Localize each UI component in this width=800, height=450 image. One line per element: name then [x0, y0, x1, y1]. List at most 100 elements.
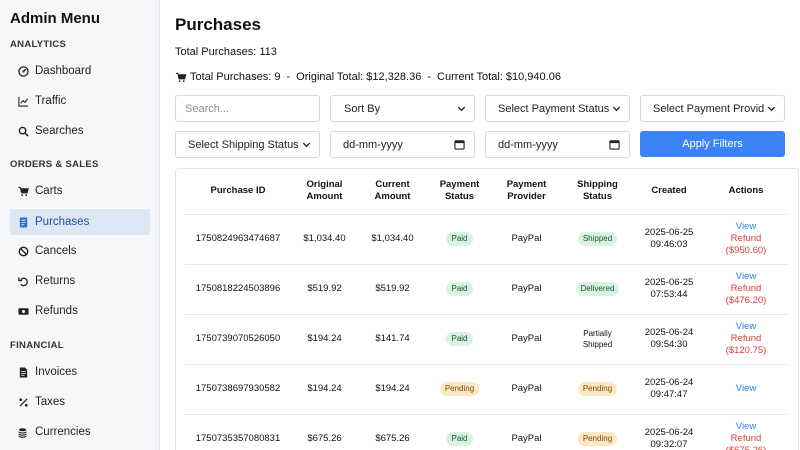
- section-analytics: ANALYTICS: [10, 39, 67, 50]
- purchases-table: Purchase ID Original Amount Current Amou…: [185, 169, 788, 450]
- original-amount: $194.24: [291, 313, 358, 364]
- date-to-input[interactable]: dd-mm-yyyy: [485, 131, 630, 158]
- actions-cell: View Refund ($950.60): [704, 213, 788, 264]
- section-orders-sales: ORDERS & SALES: [10, 159, 99, 170]
- view-link[interactable]: View: [704, 383, 788, 395]
- table-header-row: Purchase ID Original Amount Current Amou…: [185, 169, 788, 214]
- created-cell: 2025-06-25 07:53:44: [634, 263, 704, 314]
- apply-filters-button[interactable]: Apply Filters: [640, 131, 785, 157]
- payment-status-select[interactable]: Select Payment Status: [485, 95, 630, 122]
- column-header[interactable]: Original Amount: [291, 169, 358, 214]
- sidebar-item-cancels[interactable]: Cancels: [10, 238, 150, 264]
- sidebar-item-taxes[interactable]: Taxes: [10, 389, 150, 415]
- sidebar-item-traffic[interactable]: Traffic: [10, 88, 150, 114]
- payment-provider: PayPal: [492, 213, 561, 264]
- sidebar-item-currencies[interactable]: Currencies: [10, 419, 150, 445]
- sidebar-item-label: Currencies: [35, 426, 91, 438]
- column-header[interactable]: Created: [634, 169, 704, 214]
- current-amount: $675.26: [358, 413, 427, 450]
- invoice-icon: [15, 366, 31, 378]
- current-amount: $194.24: [358, 363, 427, 414]
- cart-icon: [15, 186, 31, 197]
- search-input[interactable]: Search...: [175, 95, 320, 122]
- refund-amount[interactable]: ($950.60): [704, 245, 788, 257]
- refund-link[interactable]: Refund: [704, 233, 788, 245]
- percent-icon: [15, 397, 31, 408]
- search-placeholder: Search...: [185, 102, 230, 115]
- sort-by-select[interactable]: Sort By: [330, 95, 475, 122]
- sidebar-item-label: Cancels: [35, 245, 77, 257]
- chevron-down-icon: [767, 104, 776, 113]
- payment-status-cell: Pending: [427, 363, 492, 414]
- sidebar-item-returns[interactable]: Returns: [10, 268, 150, 294]
- sidebar-item-label: Searches: [35, 125, 84, 137]
- payment-provider: PayPal: [492, 363, 561, 414]
- summary-total: Total Purchases: 9: [190, 71, 281, 83]
- created-cell: 2025-06-24 09:54:30: [634, 313, 704, 364]
- table-row: 1750738697930582 $194.24 $194.24 Pending Pay…: [185, 363, 788, 414]
- created-date: 2025-06-24: [644, 377, 694, 388]
- summary-original-total: Original Total: $12,328.36: [296, 71, 422, 83]
- column-header[interactable]: Shipping Status: [561, 169, 634, 214]
- sidebar-item-label: Taxes: [35, 396, 66, 408]
- refund-link[interactable]: Refund: [704, 283, 788, 295]
- shipping-status-select[interactable]: Select Shipping Status: [175, 131, 320, 158]
- summary-line: Total Purchases: 9 - Original Total: $12…: [175, 71, 561, 83]
- original-amount: $519.92: [291, 263, 358, 314]
- receipt-icon: [15, 216, 31, 228]
- purchase-id: 1750824963474687: [185, 213, 291, 264]
- summary-separator: -: [286, 71, 291, 83]
- shipping-status-badge: Pending: [577, 432, 618, 447]
- shipping-status-cell: Delivered: [561, 263, 634, 314]
- payment-status-badge: Pending: [439, 382, 480, 396]
- table-row: 1750818224503896 $519.92 $519.92 Paid PayPal…: [185, 263, 788, 314]
- created-cell: 2025-06-25 09:46:03: [634, 213, 704, 264]
- calendar-icon[interactable]: [609, 139, 620, 150]
- sidebar-item-label: Carts: [35, 185, 63, 197]
- current-amount: $141.74: [358, 313, 427, 364]
- column-header[interactable]: Payment Status: [427, 169, 492, 214]
- shipping-status-cell: Partially Shipped: [561, 313, 634, 364]
- sidebar-item-invoices[interactable]: Invoices: [10, 359, 150, 385]
- sidebar-item-carts[interactable]: Carts: [10, 178, 150, 204]
- actions-cell: View: [704, 363, 788, 414]
- payment-status-badge: Paid: [446, 432, 473, 447]
- sidebar-item-dashboard[interactable]: Dashboard: [10, 58, 150, 84]
- created-time: 09:32:07: [650, 439, 688, 450]
- created-date: 2025-06-24: [644, 427, 694, 439]
- refund-amount[interactable]: ($120.75): [704, 345, 788, 357]
- column-header[interactable]: Payment Provider: [492, 169, 561, 214]
- view-link[interactable]: View: [704, 221, 788, 233]
- sort-by-value: Sort By: [344, 102, 381, 115]
- date-from-input[interactable]: dd-mm-yyyy: [330, 131, 475, 158]
- shipping-status-cell: Pending: [561, 413, 634, 450]
- view-link[interactable]: View: [704, 271, 788, 283]
- original-amount: $1,034.40: [291, 213, 358, 264]
- sidebar-item-purchases[interactable]: Purchases: [10, 209, 150, 235]
- payment-provider-select[interactable]: Select Payment Provid: [640, 95, 785, 122]
- view-link[interactable]: View: [704, 321, 788, 333]
- created-cell: 2025-06-24 09:32:07: [634, 413, 704, 450]
- sidebar-item-searches[interactable]: Searches: [10, 118, 150, 144]
- created-time: 09:54:30: [650, 339, 688, 350]
- line-chart-icon: [15, 96, 31, 107]
- sidebar-item-label: Invoices: [35, 366, 78, 378]
- refund-amount[interactable]: ($675.26): [704, 445, 788, 450]
- actions-cell: View Refund ($120.75): [704, 313, 788, 364]
- payment-status-badge: Paid: [446, 332, 473, 346]
- total-purchases: Total Purchases: 113: [175, 46, 277, 58]
- view-link[interactable]: View: [704, 421, 788, 433]
- sidebar-item-refunds[interactable]: Refunds: [10, 298, 150, 324]
- column-header[interactable]: Current Amount: [358, 169, 427, 214]
- refund-amount[interactable]: ($476.20): [704, 295, 788, 307]
- coins-icon: [15, 427, 31, 438]
- table-row: 1750824963474687 $1,034.40 $1,034.40 Paid Pa…: [185, 213, 788, 264]
- refund-link[interactable]: Refund: [704, 333, 788, 345]
- shipping-status-badge: Shipped: [577, 232, 618, 246]
- refund-link[interactable]: Refund: [704, 433, 788, 445]
- date-to-value: dd-mm-yyyy: [498, 138, 558, 151]
- payment-provider: PayPal: [492, 413, 561, 450]
- calendar-icon[interactable]: [454, 139, 465, 150]
- column-header[interactable]: Purchase ID: [185, 169, 291, 214]
- page-title: Purchases: [175, 15, 261, 34]
